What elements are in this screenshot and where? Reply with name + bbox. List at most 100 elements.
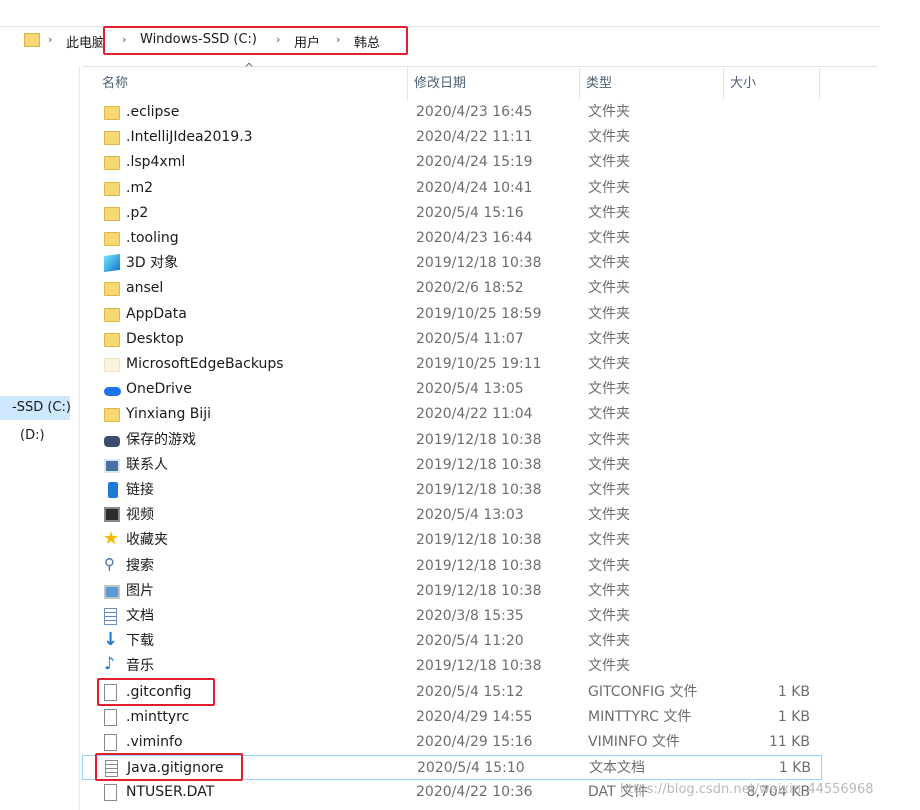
folder-icon xyxy=(104,332,120,347)
address-bar[interactable]: › 此电脑 › Windows-SSD (C:) › 用户 › 韩总 xyxy=(0,26,880,56)
file-name: Java.gitignore xyxy=(127,760,224,777)
file-type: VIMINFO 文件 xyxy=(588,734,680,750)
file-row[interactable]: Java.gitignore 2020/5/4 15:10 文本文档 1 KB xyxy=(82,755,822,781)
breadcrumb-current-user[interactable]: 韩总 xyxy=(354,32,380,51)
file-type: 文件夹 xyxy=(588,330,630,347)
folder-icon xyxy=(104,282,120,297)
file-row[interactable]: 联系人 2019/12/18 10:38 文件夹 xyxy=(82,453,822,478)
file-type: 文件夹 xyxy=(588,456,630,473)
column-size[interactable]: 大小 xyxy=(724,67,820,100)
file-row[interactable]: .eclipse 2020/4/23 16:45 文件夹 xyxy=(82,100,822,125)
file-name: .m2 xyxy=(126,179,153,196)
folder-icon xyxy=(104,156,120,171)
file-name: 保存的游戏 xyxy=(126,431,196,448)
file-row[interactable]: Yinxiang Biji 2020/4/22 11:04 文件夹 xyxy=(82,402,822,427)
file-row[interactable]: OneDrive 2020/5/4 13:05 文件夹 xyxy=(82,377,822,402)
file-name: 收藏夹 xyxy=(126,532,168,549)
file-row[interactable]: .IntelliJIdea2019.3 2020/4/22 11:11 文件夹 xyxy=(82,125,822,150)
column-date-modified[interactable]: 修改日期 xyxy=(408,67,580,100)
file-icon xyxy=(104,708,117,726)
file-row[interactable]: 链接 2019/12/18 10:38 文件夹 xyxy=(82,478,822,503)
file-date-modified: 2020/5/4 15:12 xyxy=(416,683,524,700)
file-type: 文件夹 xyxy=(588,129,630,146)
file-date-modified: 2020/2/6 18:52 xyxy=(416,280,524,297)
folder-icon xyxy=(104,206,120,221)
folder-icon xyxy=(104,307,120,322)
file-name: MicrosoftEdgeBackups xyxy=(126,356,284,372)
column-name[interactable]: 名称 xyxy=(96,67,408,100)
file-type: 文件夹 xyxy=(588,255,630,272)
saved-games-icon xyxy=(104,435,120,447)
file-row[interactable]: .minttyrc 2020/4/29 14:55 MINTTYRC 文件 1 KB xyxy=(82,705,822,730)
file-row[interactable]: .lsp4xml 2020/4/24 15:19 文件夹 xyxy=(82,150,822,175)
file-date-modified: 2020/4/22 10:36 xyxy=(416,784,533,801)
file-name: 链接 xyxy=(126,482,154,498)
file-name: .minttyrc xyxy=(126,708,190,725)
file-row[interactable]: .m2 2020/4/24 10:41 文件夹 xyxy=(82,176,822,201)
file-name: ansel xyxy=(126,280,164,297)
file-name: 下载 xyxy=(126,633,154,650)
file-type: 文件夹 xyxy=(588,482,630,498)
nav-drive-d[interactable]: (D:) xyxy=(0,424,78,448)
file-name: .gitconfig xyxy=(126,683,192,700)
file-row[interactable]: .tooling 2020/4/23 16:44 文件夹 xyxy=(82,226,822,251)
file-row[interactable]: ansel 2020/2/6 18:52 文件夹 xyxy=(82,276,822,301)
file-name: .IntelliJIdea2019.3 xyxy=(126,129,253,146)
breadcrumb-drive-c[interactable]: Windows-SSD (C:) xyxy=(140,32,257,47)
file-row[interactable]: 文档 2020/3/8 15:35 文件夹 xyxy=(82,604,822,629)
file-row[interactable]: ★ 收藏夹 2019/12/18 10:38 文件夹 xyxy=(82,528,822,553)
chevron-right-icon[interactable]: › xyxy=(276,33,280,46)
file-row[interactable]: 保存的游戏 2019/12/18 10:38 文件夹 xyxy=(82,428,822,453)
chevron-right-icon[interactable]: › xyxy=(336,33,340,46)
file-row[interactable]: ↓ 下载 2020/5/4 11:20 文件夹 xyxy=(82,629,822,654)
file-date-modified: 2020/3/8 15:35 xyxy=(416,608,524,624)
file-type: 文件夹 xyxy=(588,532,630,549)
file-size: 1 KB xyxy=(777,683,810,700)
file-size: 1 KB xyxy=(778,760,811,777)
file-date-modified: 2020/5/4 13:03 xyxy=(416,507,524,524)
file-date-modified: 2020/4/29 15:16 xyxy=(416,734,533,750)
file-date-modified: 2020/4/24 10:41 xyxy=(416,179,533,196)
file-name: .viminfo xyxy=(126,734,183,750)
file-row[interactable]: 3D 对象 2019/12/18 10:38 文件夹 xyxy=(82,251,822,276)
file-date-modified: 2019/12/18 10:38 xyxy=(416,582,542,599)
column-type[interactable]: 类型 xyxy=(580,67,724,100)
search-icon: ⚲ xyxy=(104,554,115,573)
file-date-modified: 2020/5/4 13:05 xyxy=(416,381,524,398)
file-name: 音乐 xyxy=(126,658,154,675)
file-date-modified: 2020/4/22 11:11 xyxy=(416,129,533,146)
file-name: .p2 xyxy=(126,204,149,221)
file-name: 联系人 xyxy=(126,456,168,473)
videos-icon xyxy=(104,507,120,523)
folder-icon xyxy=(24,33,40,47)
file-date-modified: 2019/12/18 10:38 xyxy=(416,431,542,448)
file-row[interactable]: Desktop 2020/5/4 11:07 文件夹 xyxy=(82,327,822,352)
file-row[interactable]: ♪ 音乐 2019/12/18 10:38 文件夹 xyxy=(82,654,822,679)
file-name: Yinxiang Biji xyxy=(126,406,212,423)
file-row[interactable]: 视频 2020/5/4 13:03 文件夹 xyxy=(82,503,822,528)
file-row[interactable]: ⚲ 搜索 2019/12/18 10:38 文件夹 xyxy=(82,554,822,579)
file-type: 文件夹 xyxy=(588,280,630,297)
file-name: .tooling xyxy=(126,230,179,246)
file-date-modified: 2020/5/4 15:10 xyxy=(417,760,525,777)
breadcrumb-users[interactable]: 用户 xyxy=(294,32,320,51)
file-type: 文件夹 xyxy=(588,104,630,120)
file-type: MINTTYRC 文件 xyxy=(588,708,692,725)
breadcrumb-this-pc[interactable]: 此电脑 xyxy=(66,32,105,51)
file-row[interactable]: .viminfo 2020/4/29 15:16 VIMINFO 文件 11 KB xyxy=(82,730,822,755)
file-row[interactable]: MicrosoftEdgeBackups 2019/10/25 19:11 文件夹 xyxy=(82,352,822,377)
file-type: 文件夹 xyxy=(588,381,630,398)
file-row[interactable]: AppData 2019/10/25 18:59 文件夹 xyxy=(82,302,822,327)
chevron-right-icon[interactable]: › xyxy=(48,33,52,46)
file-date-modified: 2019/12/18 10:38 xyxy=(416,482,542,498)
file-date-modified: 2020/4/23 16:44 xyxy=(416,230,533,246)
file-row[interactable]: .p2 2020/5/4 15:16 文件夹 xyxy=(82,201,822,226)
nav-drive-c[interactable]: -SSD (C:) xyxy=(0,396,70,420)
file-icon xyxy=(104,734,117,751)
file-row[interactable]: 图片 2019/12/18 10:38 文件夹 xyxy=(82,579,822,604)
file-row[interactable]: .gitconfig 2020/5/4 15:12 GITCONFIG 文件 1 KB xyxy=(82,680,822,705)
file-date-modified: 2019/12/18 10:38 xyxy=(416,255,542,272)
file-name: 文档 xyxy=(126,608,154,624)
navigation-pane: -SSD (C:) (D:) xyxy=(0,66,80,810)
chevron-right-icon[interactable]: › xyxy=(122,33,126,46)
